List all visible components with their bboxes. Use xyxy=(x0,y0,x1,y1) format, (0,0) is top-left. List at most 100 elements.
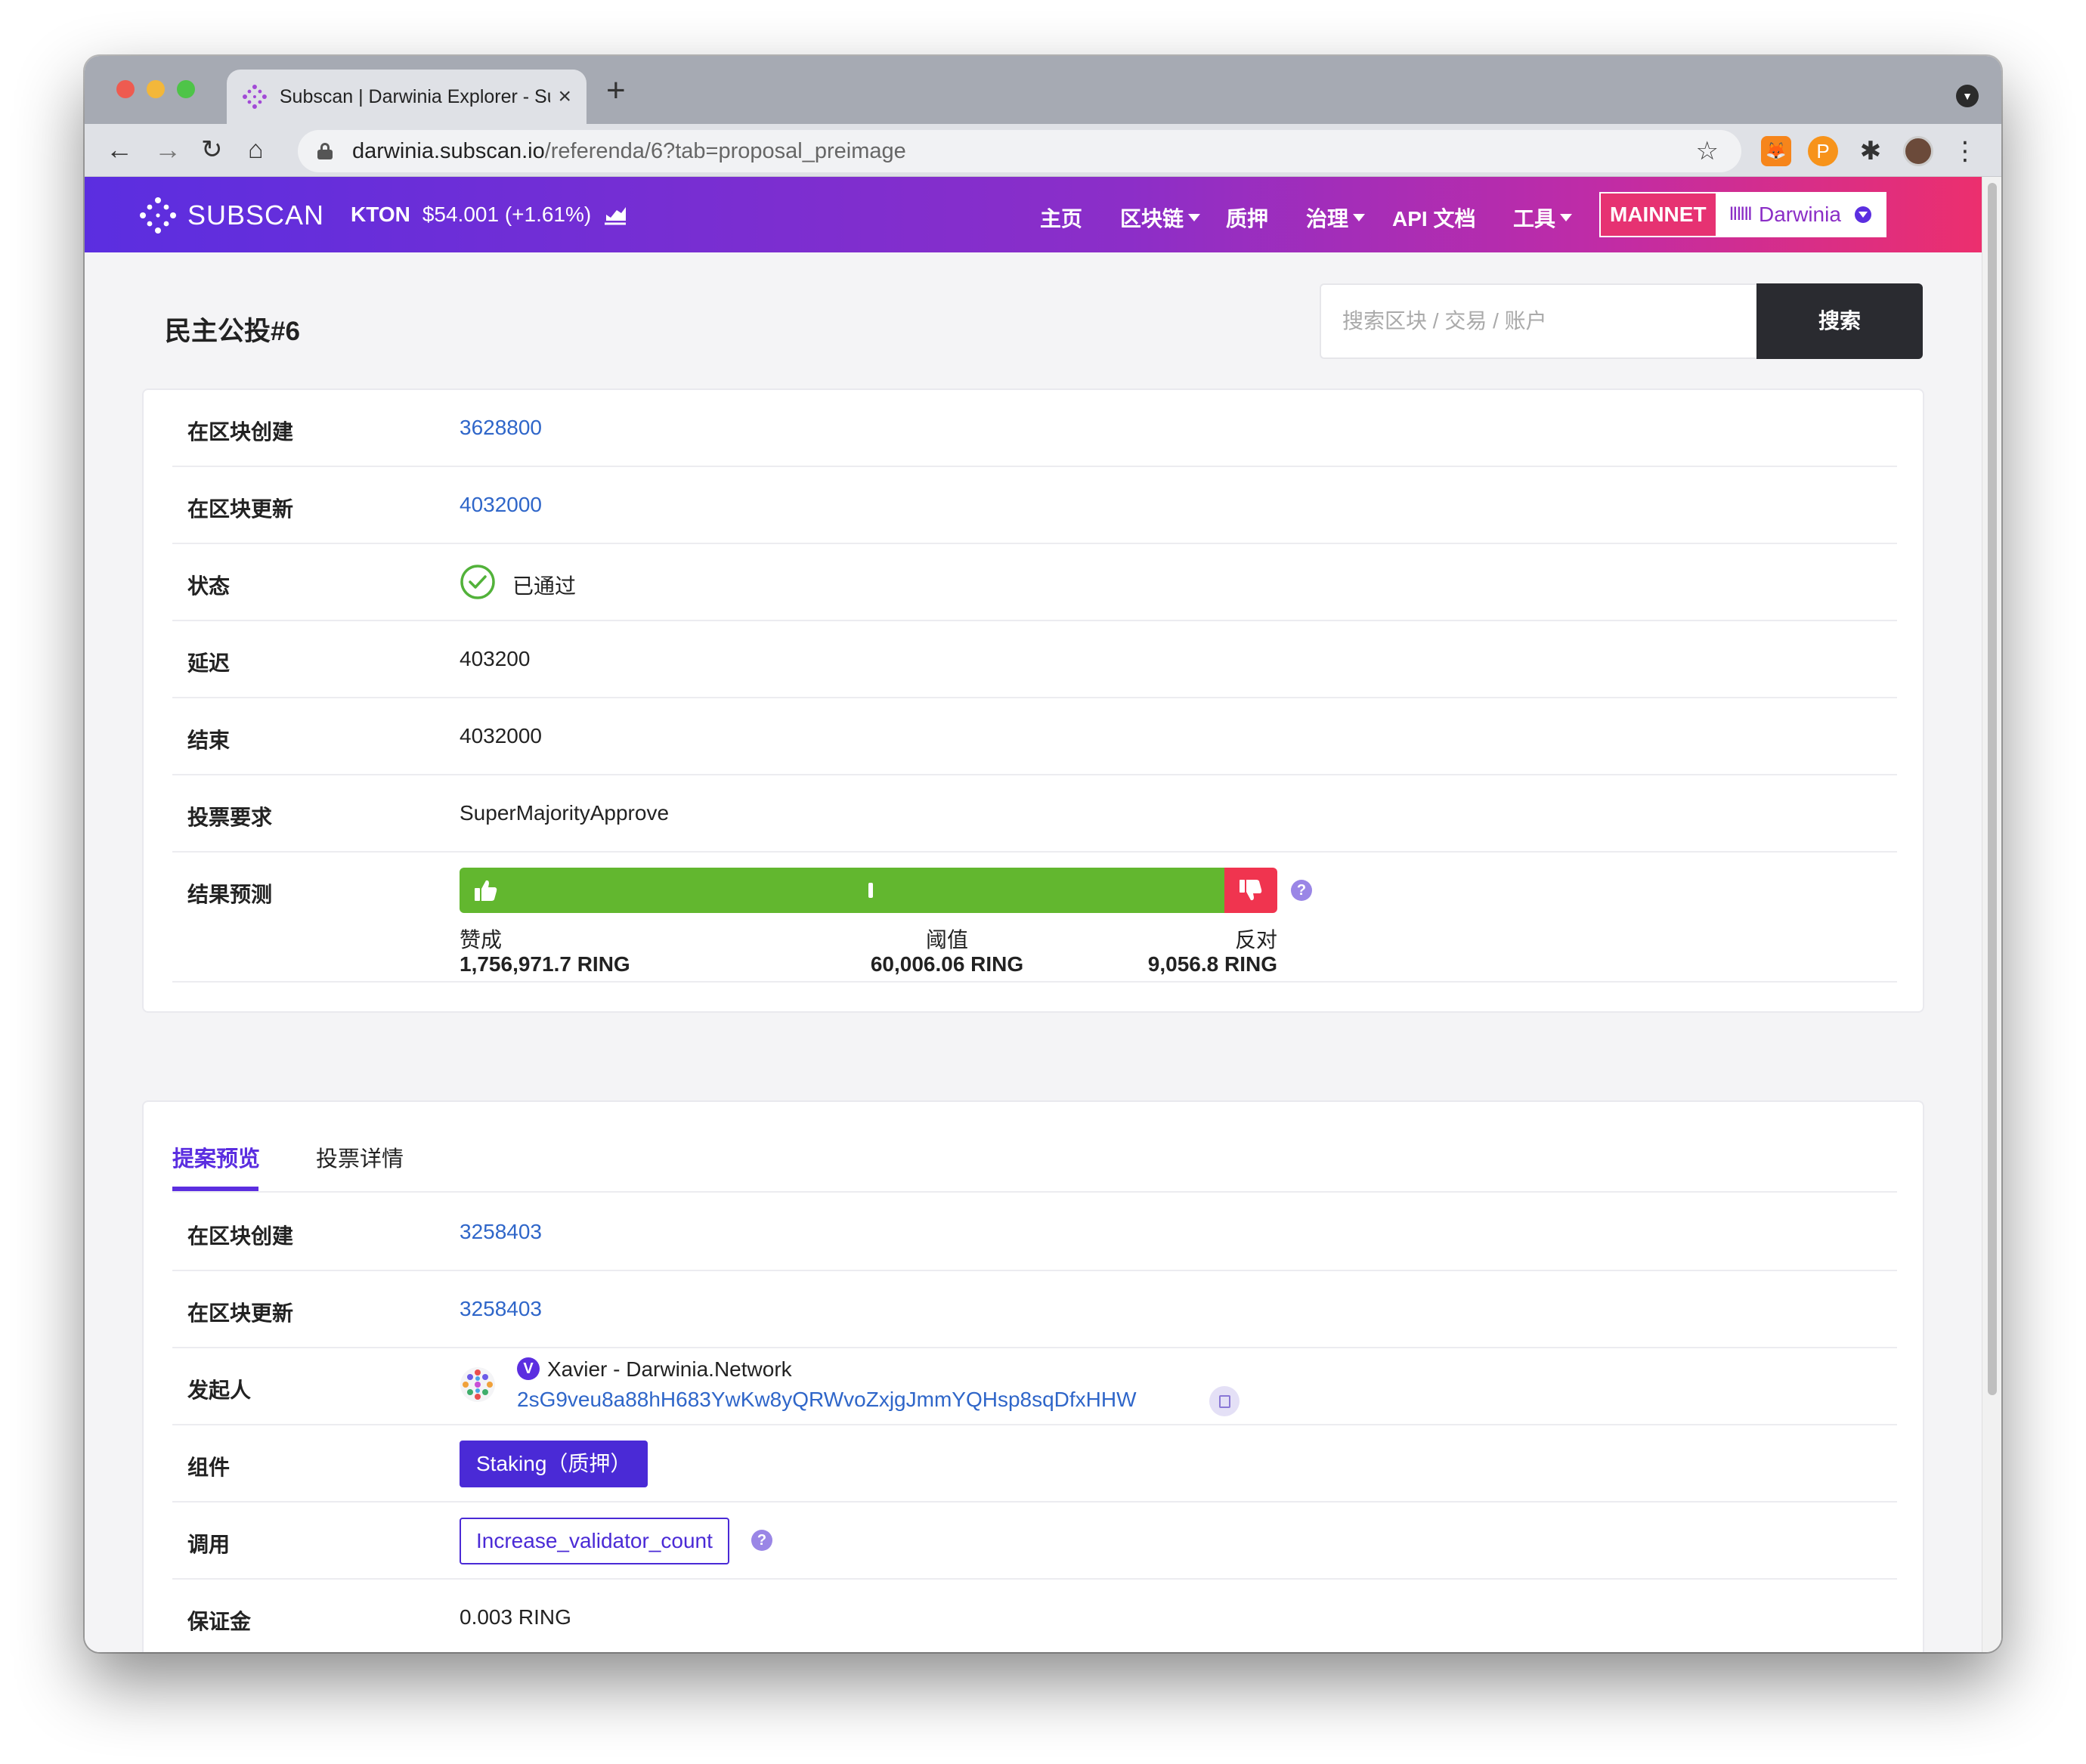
chevron-down-icon xyxy=(1854,206,1871,223)
active-tab-indicator xyxy=(172,1187,258,1191)
verified-identity-badge: V xyxy=(517,1357,540,1380)
check-circle-icon xyxy=(460,565,495,599)
proposal-row-module: 组件 Staking（质押） xyxy=(172,1425,1897,1502)
network-label: MAINNET xyxy=(1601,193,1716,236)
chevron-down-icon xyxy=(1353,214,1366,221)
home-icon[interactable]: ⌂ xyxy=(248,135,264,165)
chain-selector[interactable]: ⅡⅡⅡ Darwinia xyxy=(1715,193,1885,236)
browser-window: Subscan | Darwinia Explorer - Subscan × … xyxy=(85,56,2001,1652)
detail-label: 在区块更新 xyxy=(187,497,294,521)
proposer-address-link[interactable]: 2sG9veu8a88hH683YwKw8yQRWvoZxjgJmmYQHsp8… xyxy=(517,1388,1137,1412)
help-icon[interactable]: ? xyxy=(751,1530,772,1551)
threshold-marker xyxy=(868,883,873,898)
profile-avatar[interactable] xyxy=(1903,136,1933,166)
delay-value: 403200 xyxy=(460,647,531,670)
search-button[interactable]: 搜索 xyxy=(1756,283,1923,359)
help-icon[interactable]: ? xyxy=(1291,880,1312,901)
proposal-card: 提案预览 投票详情 在区块创建 3258403 在区块更新 3258403 发起… xyxy=(142,1100,1924,1652)
browser-tab[interactable]: Subscan | Darwinia Explorer - Subscan × xyxy=(227,70,586,124)
vote-progress-bar xyxy=(460,868,1277,913)
chevron-down-icon xyxy=(1560,214,1573,221)
detail-label: 延迟 xyxy=(187,651,231,675)
proposer-name: Xavier - Darwinia.Network xyxy=(547,1357,792,1381)
detail-label: 在区块更新 xyxy=(187,1301,294,1325)
brand[interactable]: SUBSCAN xyxy=(139,197,324,234)
detail-label: 在区块创建 xyxy=(187,420,294,444)
metamask-extension-icon[interactable]: 🦊 xyxy=(1761,136,1791,166)
browser-menu-icon[interactable]: ⋮ xyxy=(1950,136,1980,166)
detail-label: 投票要求 xyxy=(187,806,273,829)
minimize-window-button[interactable] xyxy=(147,80,165,98)
detail-row-created: 在区块创建 3628800 xyxy=(172,390,1897,467)
url-host: darwinia.subscan.io xyxy=(352,138,545,163)
module-tag[interactable]: Staking（质押） xyxy=(460,1441,648,1487)
tab-vote-details[interactable]: 投票详情 xyxy=(316,1141,404,1173)
copy-icon[interactable] xyxy=(1209,1386,1240,1416)
new-tab-icon[interactable]: + xyxy=(606,74,626,107)
detail-row-prediction: 结果预测 ? 赞成 1,756,971.7 RING 阈值 60,006.06 … xyxy=(172,853,1897,983)
nav-governance-label: 治理 xyxy=(1306,207,1349,231)
vote-threshold-value: SuperMajorityApprove xyxy=(460,801,670,825)
search-input[interactable]: 搜索区块 / 交易 / 账户 xyxy=(1320,283,1756,359)
maximize-window-button[interactable] xyxy=(177,80,195,98)
lock-icon xyxy=(317,143,333,159)
proposal-tabs: 提案预览 投票详情 xyxy=(172,1102,1897,1193)
close-window-button[interactable] xyxy=(116,80,135,98)
subscan-logo-icon xyxy=(242,85,267,109)
referendum-details-card: 在区块创建 3628800 在区块更新 4032000 状态 已通过 延迟 40… xyxy=(142,388,1924,1013)
token-price: KTON $54.001 (+1.61%) xyxy=(351,203,627,227)
thumbs-down-icon xyxy=(1240,880,1262,901)
browser-toolbar: ← → ↻ ⌂ darwinia.subscan.io/referenda/6?… xyxy=(85,124,2001,177)
detail-label: 保证金 xyxy=(187,1610,252,1633)
back-arrow-icon[interactable]: ← xyxy=(106,135,133,165)
url-path: /referenda/6?tab=proposal_preimage xyxy=(544,138,906,163)
scrollbar-thumb[interactable] xyxy=(1988,183,1997,1395)
end-value: 4032000 xyxy=(460,724,543,747)
extensions-puzzle-icon[interactable]: ✱ xyxy=(1855,136,1886,166)
detail-label: 结束 xyxy=(187,729,231,752)
detail-label: 结果预测 xyxy=(187,883,273,906)
tab-search-icon[interactable]: ▼ xyxy=(1956,85,1979,107)
nav-tools[interactable]: 工具 xyxy=(1513,203,1573,233)
nav-home[interactable]: 主页 xyxy=(1040,203,1082,233)
call-tag[interactable]: Increase_validator_count xyxy=(460,1518,729,1564)
network-switcher[interactable]: MAINNET ⅡⅡⅡ Darwinia xyxy=(1599,192,1886,237)
created-block-link[interactable]: 3628800 xyxy=(460,416,542,440)
detail-row-vote-threshold: 投票要求 SuperMajorityApprove xyxy=(172,775,1897,853)
detail-row-updated: 在区块更新 4032000 xyxy=(172,467,1897,544)
detail-row-status: 状态 已通过 xyxy=(172,544,1897,621)
price-chart-icon[interactable] xyxy=(603,204,627,225)
nav-api-docs[interactable]: API 文档 xyxy=(1392,203,1475,233)
proposal-row-created: 在区块创建 3258403 xyxy=(172,1194,1897,1271)
nav-governance[interactable]: 治理 xyxy=(1306,203,1366,233)
detail-label: 在区块创建 xyxy=(187,1224,294,1248)
chevron-down-icon xyxy=(1188,214,1201,221)
polkadot-extension-icon[interactable]: P xyxy=(1808,136,1838,166)
deposit-value: 0.003 RING xyxy=(460,1605,571,1629)
reload-icon[interactable]: ↻ xyxy=(201,135,223,165)
nav-staking[interactable]: 质押 xyxy=(1226,203,1268,233)
bookmark-star-icon[interactable]: ☆ xyxy=(1696,136,1719,166)
tab-proposal-preview[interactable]: 提案预览 xyxy=(172,1141,260,1173)
page-viewport: SUBSCAN KTON $54.001 (+1.61%) 主页 区块链 质押 … xyxy=(85,177,2001,1652)
tab-close-icon[interactable]: × xyxy=(558,84,571,110)
detail-label: 组件 xyxy=(187,1456,231,1479)
title-bar: Subscan | Darwinia Explorer - Subscan × … xyxy=(85,56,2001,124)
subscan-logo-icon xyxy=(140,197,176,234)
page-scrollbar[interactable] xyxy=(1982,177,2001,1652)
address-bar[interactable]: darwinia.subscan.io/referenda/6?tab=prop… xyxy=(298,130,1741,172)
proposal-row-call: 调用 Increase_validator_count ? xyxy=(172,1502,1897,1580)
top-navbar: SUBSCAN KTON $54.001 (+1.61%) 主页 区块链 质押 … xyxy=(85,177,1982,252)
updated-block-link[interactable]: 4032000 xyxy=(460,493,542,517)
nay-label: 反对 xyxy=(1234,928,1277,952)
proposal-created-block-link[interactable]: 3258403 xyxy=(460,1220,542,1244)
token-symbol: KTON xyxy=(351,203,410,226)
aye-bar xyxy=(460,868,1224,913)
detail-label: 状态 xyxy=(187,574,231,598)
forward-arrow-icon[interactable]: → xyxy=(154,135,181,165)
nav-blockchain[interactable]: 区块链 xyxy=(1120,203,1201,233)
proposal-updated-block-link[interactable]: 3258403 xyxy=(460,1297,542,1321)
aye-label: 赞成 xyxy=(460,928,503,952)
thumbs-up-icon xyxy=(475,880,497,901)
token-price-value: $54.001 (+1.61%) xyxy=(422,203,592,226)
